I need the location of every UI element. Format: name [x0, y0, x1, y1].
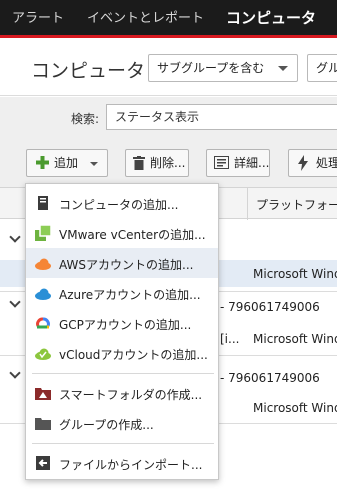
menu-item-add-azure[interactable]: Azureアカウントの追加...: [26, 278, 218, 308]
chevron-down-icon: [90, 162, 98, 166]
search-input[interactable]: ステータス表示: [106, 104, 337, 130]
chevron-down-icon[interactable]: [9, 296, 21, 308]
menu-item-label: AWSアカウントの追加...: [59, 258, 194, 272]
platform-cell: Microsoft Windo: [253, 332, 337, 346]
lightning-icon: [298, 155, 308, 171]
extra-cell: [i...: [220, 332, 240, 346]
tab-events-reports[interactable]: イベントとレポート: [87, 0, 204, 35]
page-title: コンピュータ: [31, 60, 146, 82]
search-label: 検索:: [71, 112, 100, 126]
menu-divider: [32, 443, 214, 444]
top-navigation: アラート イベントとレポート コンピュータ: [0, 0, 337, 38]
column-header-platform[interactable]: プラットフォー: [256, 196, 337, 213]
vcloud-icon: [35, 348, 51, 360]
details-button[interactable]: 詳細...: [206, 149, 270, 177]
menu-item-add-vcloud[interactable]: vCloudアカウントの追加...: [26, 338, 218, 368]
add-dropdown-menu: コンピュータの追加... VMware vCenterの追加... AWSアカウ…: [25, 183, 219, 480]
menu-item-label: スマートフォルダの作成...: [59, 388, 203, 402]
computer-icon: [38, 196, 48, 210]
page-header: コンピュータ サブグループを含む グル: [0, 38, 337, 96]
process-button-label: 処理: [316, 156, 337, 170]
menu-item-label: vCloudアカウントの追加...: [59, 348, 208, 362]
menu-item-create-smart-folder[interactable]: スマートフォルダの作成...: [26, 378, 218, 408]
delete-button-label: 削除...: [150, 156, 186, 170]
menu-item-label: VMware vCenterの追加...: [59, 228, 206, 242]
menu-item-label: ファイルからインポート...: [59, 458, 203, 472]
chevron-down-icon[interactable]: [9, 231, 21, 243]
menu-item-label: グループの作成...: [59, 418, 154, 432]
tab-computers[interactable]: コンピュータ: [226, 0, 316, 35]
chevron-down-icon: [278, 66, 288, 71]
plus-icon: [36, 156, 49, 169]
menu-item-label: GCPアカウントの追加...: [59, 318, 192, 332]
menu-item-import-file[interactable]: ファイルからインポート...: [26, 448, 218, 478]
add-button[interactable]: 追加: [26, 149, 108, 177]
delete-button[interactable]: 削除...: [125, 149, 189, 177]
group-name-cell: - 796061749006: [220, 371, 320, 385]
menu-item-add-aws[interactable]: AWSアカウントの追加...: [26, 248, 218, 278]
group-select[interactable]: グル: [307, 54, 337, 82]
subgroup-filter-value: サブグループを含む: [157, 61, 265, 75]
menu-item-label: コンピュータの追加...: [59, 198, 179, 212]
platform-cell: Microsoft Windo: [253, 401, 337, 415]
process-button[interactable]: 処理: [288, 149, 337, 177]
menu-item-add-vmware[interactable]: VMware vCenterの追加...: [26, 218, 218, 248]
menu-item-label: Azureアカウントの追加...: [59, 288, 201, 302]
group-name-cell: - 796061749006: [220, 300, 320, 314]
trash-icon: [133, 156, 145, 170]
azure-cloud-icon: [35, 288, 51, 300]
menu-item-create-group[interactable]: グループの作成...: [26, 408, 218, 438]
group-select-value: グル: [316, 61, 337, 75]
menu-item-add-computer[interactable]: コンピュータの追加...: [26, 188, 218, 218]
chevron-down-icon[interactable]: [9, 367, 21, 379]
gcp-icon: [36, 317, 50, 329]
details-icon: [214, 156, 229, 169]
vmware-icon: [35, 225, 51, 241]
tab-alerts[interactable]: アラート: [12, 0, 64, 35]
details-button-label: 詳細...: [234, 156, 270, 170]
import-icon: [36, 456, 50, 470]
smart-folder-icon: [35, 388, 51, 400]
column-divider: [247, 188, 248, 220]
aws-cloud-icon: [35, 258, 51, 270]
platform-cell: Microsoft Windo: [253, 267, 337, 281]
folder-icon: [35, 418, 51, 430]
add-button-label: 追加: [54, 156, 79, 170]
subgroup-filter-select[interactable]: サブグループを含む: [148, 54, 298, 82]
menu-item-add-gcp[interactable]: GCPアカウントの追加...: [26, 308, 218, 338]
menu-divider: [32, 373, 214, 374]
